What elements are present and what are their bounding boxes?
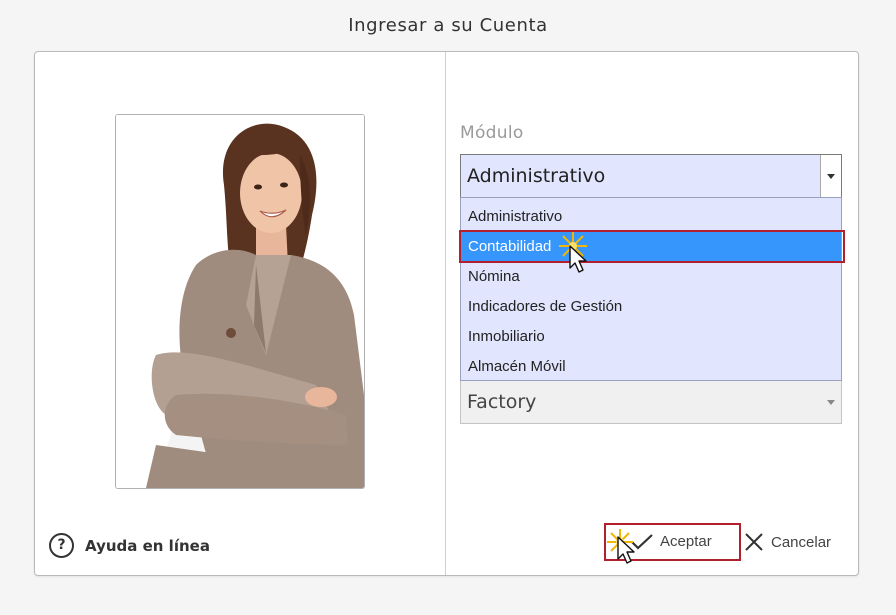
company-dropdown-button[interactable]: [821, 381, 841, 423]
mouse-cursor-icon: [569, 245, 587, 273]
module-select[interactable]: Administrativo: [460, 154, 842, 198]
dropdown-option-nomina[interactable]: Nómina: [461, 262, 841, 292]
dropdown-option-contabilidad[interactable]: Contabilidad: [461, 232, 841, 262]
help-label: Ayuda en línea: [85, 536, 210, 555]
help-icon: ?: [49, 533, 74, 558]
dropdown-option-almacen-movil[interactable]: Almacén Móvil: [461, 352, 841, 382]
dropdown-option-administrativo[interactable]: Administrativo: [461, 202, 841, 232]
woman-illustration: [116, 115, 364, 488]
mouse-cursor-icon: [617, 536, 635, 564]
cancel-button-label: Cancelar: [771, 533, 832, 551]
dropdown-option-inmobiliario[interactable]: Inmobiliario: [461, 322, 841, 352]
module-label: Módulo: [460, 123, 524, 143]
module-dropdown-button[interactable]: [820, 155, 841, 197]
help-link[interactable]: ? Ayuda en línea: [49, 533, 210, 558]
company-select-value: Factory: [467, 391, 537, 413]
accept-button-label: Aceptar: [660, 533, 712, 550]
close-icon: [745, 533, 763, 551]
user-photo: [115, 114, 365, 489]
module-dropdown-list: Administrativo Contabilidad Nómina Indic…: [460, 197, 842, 381]
dropdown-option-indicadores[interactable]: Indicadores de Gestión: [461, 292, 841, 322]
window-title: Ingresar a su Cuenta: [348, 15, 548, 36]
company-select[interactable]: Factory: [460, 380, 842, 424]
cancel-button[interactable]: Cancelar: [744, 532, 831, 552]
chevron-down-icon: [827, 399, 835, 405]
login-panel: ? Ayuda en línea Módulo Administrativo F…: [34, 51, 859, 576]
panel-divider: [445, 52, 446, 575]
module-select-value: Administrativo: [467, 165, 606, 187]
chevron-down-icon: [827, 173, 835, 179]
